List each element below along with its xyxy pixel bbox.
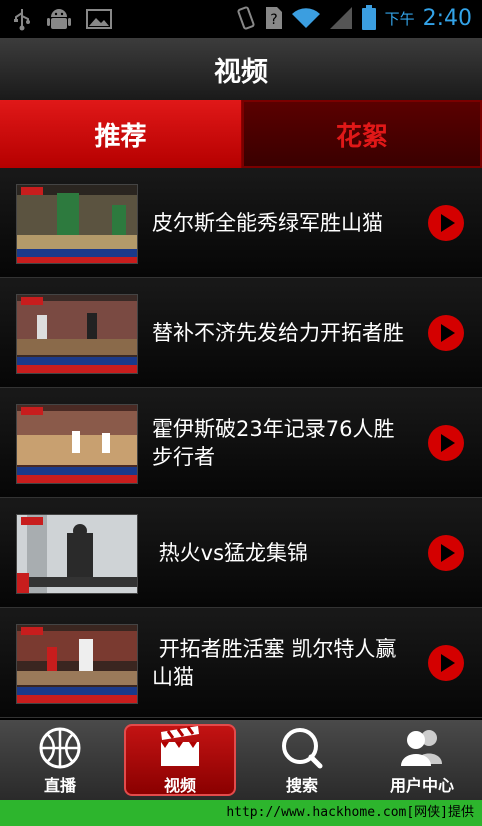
- nav-user-center[interactable]: 用户中心: [362, 720, 482, 800]
- thumbnail-image: [17, 185, 137, 263]
- title-bar: 视频: [0, 38, 482, 100]
- thumbnail-image: [17, 405, 137, 483]
- bottom-nav: 直播 视频 搜索 用户中心: [0, 720, 482, 800]
- list-item[interactable]: 皮尔斯全能秀绿军胜山猫: [0, 168, 482, 278]
- thumbnail-image: [17, 295, 137, 373]
- tab-label: 推荐: [94, 121, 147, 152]
- sim-unknown-icon: ?: [265, 7, 282, 29]
- play-icon[interactable]: [427, 424, 465, 462]
- video-title: 皮尔斯全能秀绿军胜山猫: [152, 211, 383, 235]
- list-item[interactable]: 替补不济先发给力开拓者胜: [0, 278, 482, 388]
- signal-icon: [329, 7, 352, 29]
- thumbnail-image: [17, 515, 137, 593]
- thumbnail-image: [17, 625, 137, 703]
- vibrate-icon: [237, 6, 255, 30]
- battery-icon: [361, 5, 376, 30]
- time-period: 下午: [384, 9, 415, 28]
- nav-label: 用户中心: [389, 776, 454, 795]
- nav-live[interactable]: 直播: [0, 720, 120, 800]
- play-icon[interactable]: [427, 204, 465, 242]
- svg-text:?: ?: [270, 12, 277, 28]
- video-thumbnail: [16, 624, 138, 704]
- nav-search[interactable]: 搜索: [242, 720, 362, 800]
- video-thumbnail: [16, 514, 138, 594]
- status-bar: ? 下午 2:40: [0, 0, 482, 38]
- status-indicators: ? 下午 2:40: [235, 5, 472, 31]
- play-icon[interactable]: [427, 534, 465, 572]
- tab-label: 花絮: [335, 121, 388, 152]
- video-thumbnail: [16, 404, 138, 484]
- video-title: 替补不济先发给力开拓者胜: [152, 321, 404, 345]
- nav-label: 搜索: [285, 776, 318, 795]
- page-title: 视频: [214, 56, 268, 88]
- video-title: 霍伊斯破23年记录76人胜步行者: [152, 417, 395, 469]
- play-icon[interactable]: [427, 314, 465, 352]
- status-notifications: [12, 6, 112, 32]
- watermark-bar: http://www.hackhome.com[网侠]提供: [0, 800, 482, 826]
- clapperboard-icon: [161, 726, 199, 766]
- video-thumbnail: [16, 294, 138, 374]
- wifi-icon: [291, 8, 320, 28]
- tab-recommended[interactable]: 推荐: [0, 100, 241, 168]
- nav-label: 视频: [163, 776, 196, 795]
- usb-icon: [14, 9, 30, 31]
- video-list: 皮尔斯全能秀绿军胜山猫 替补不济先发给力开拓者胜 霍伊斯破23年记录76人胜步行…: [0, 168, 482, 720]
- list-item[interactable]: 热火vs猛龙集锦: [0, 498, 482, 608]
- list-item[interactable]: 开拓者胜活塞 凯尔特人赢山猫: [0, 608, 482, 718]
- clock: 2:40: [422, 5, 472, 31]
- video-title: 开拓者胜活塞 凯尔特人赢山猫: [152, 637, 397, 689]
- watermark-text: http://www.hackhome.com[网侠]提供: [226, 805, 474, 820]
- basketball-icon: [39, 727, 81, 769]
- video-thumbnail: [16, 184, 138, 264]
- tab-highlights[interactable]: 花絮: [242, 100, 482, 168]
- search-icon: [282, 728, 323, 769]
- list-item[interactable]: 霍伊斯破23年记录76人胜步行者: [0, 388, 482, 498]
- users-icon: [401, 730, 442, 766]
- app-screen: ? 下午 2:40 视频 推荐 花絮 皮尔斯全能秀绿军胜山猫 替补不济先发给力开…: [0, 0, 482, 826]
- play-icon[interactable]: [427, 644, 465, 682]
- category-tabs: 推荐 花絮: [0, 100, 482, 168]
- nav-video[interactable]: 视频: [120, 720, 240, 800]
- nav-label: 直播: [43, 776, 76, 795]
- image-icon: [86, 9, 112, 29]
- video-title: 热火vs猛龙集锦: [152, 541, 309, 565]
- android-icon: [47, 9, 71, 29]
